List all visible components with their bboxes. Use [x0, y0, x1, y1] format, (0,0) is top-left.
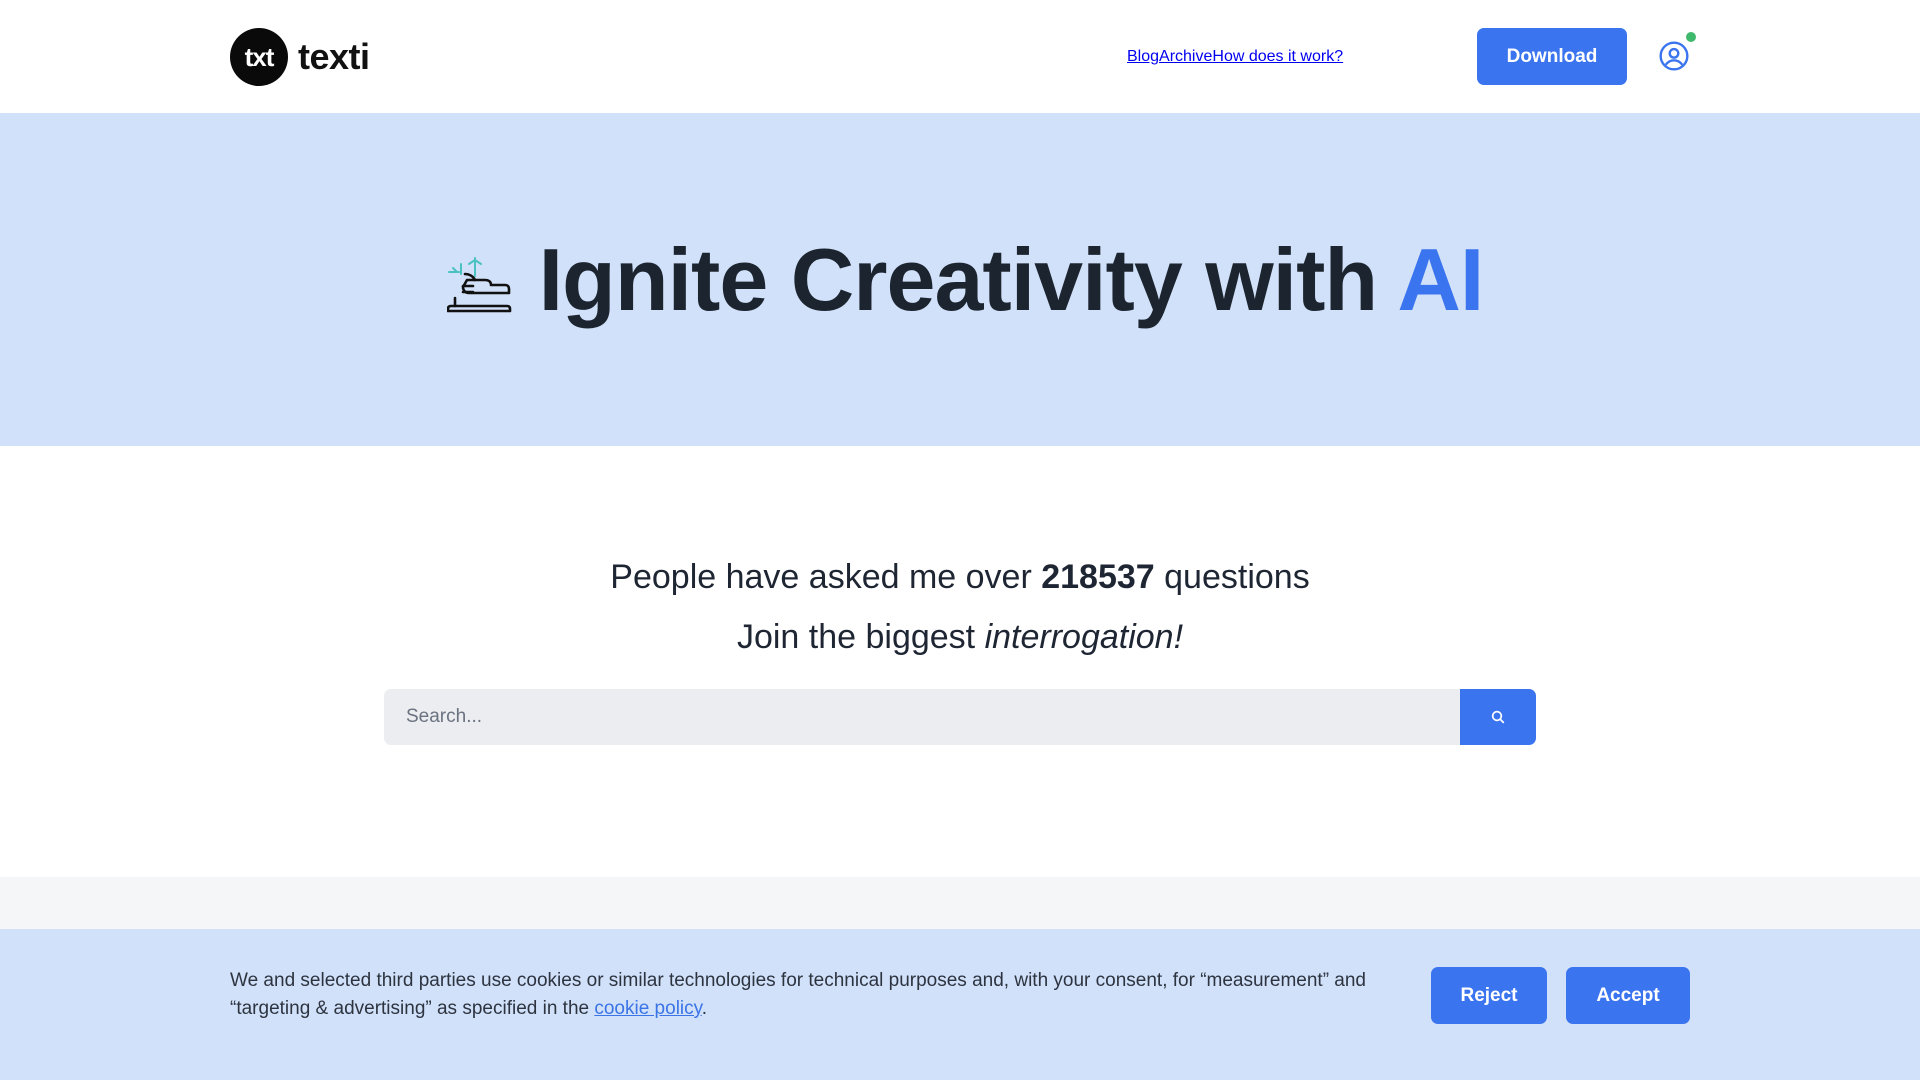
online-status-dot — [1686, 32, 1696, 42]
questions-stat: People have asked me over 218537 questio… — [0, 558, 1920, 597]
logo-badge: txt — [230, 28, 288, 86]
download-button[interactable]: Download — [1477, 28, 1627, 85]
nav-link-how-it-works[interactable]: How does it work? — [1212, 48, 1343, 66]
cookie-message: We and selected third parties use cookie… — [230, 967, 1420, 1023]
cookie-banner: We and selected third parties use cookie… — [0, 929, 1920, 1080]
cookie-policy-link[interactable]: cookie policy — [594, 998, 701, 1019]
hero-title-accent: AI — [1397, 229, 1484, 329]
nav-link-blog[interactable]: Blog — [1127, 48, 1159, 66]
search-input[interactable] — [384, 689, 1460, 745]
accept-cookies-button[interactable]: Accept — [1566, 967, 1690, 1024]
stats-prefix: People have asked me over — [610, 558, 1042, 596]
user-account-button[interactable] — [1656, 32, 1696, 74]
main-content: People have asked me over 218537 questio… — [0, 446, 1920, 877]
tagline-prefix: Join the biggest — [736, 618, 985, 656]
cookie-text-body: We and selected third parties use cookie… — [230, 970, 1367, 1019]
questions-count: 218537 — [1041, 558, 1155, 596]
hero-title-main: Ignite Creativity with — [538, 229, 1398, 329]
search-button[interactable] — [1460, 689, 1536, 745]
hero-title: Ignite Creativity with AI — [538, 229, 1485, 331]
reject-cookies-button[interactable]: Reject — [1431, 967, 1547, 1024]
main-nav: Blog Archive How does it work? — [1127, 28, 1343, 85]
search-icon — [1491, 710, 1505, 724]
cookie-text-end: . — [701, 998, 708, 1019]
user-circle-icon — [1659, 41, 1689, 71]
section-divider — [0, 877, 1920, 929]
logo[interactable]: txt texti — [230, 28, 370, 86]
tagline: Join the biggest interrogation! — [0, 618, 1920, 657]
logo-text: texti — [298, 36, 370, 77]
nav-link-archive[interactable]: Archive — [1159, 48, 1212, 66]
hero-section: Ignite Creativity with AI — [0, 113, 1920, 446]
tagline-emphasis: interrogation! — [984, 618, 1184, 656]
stats-suffix: questions — [1154, 558, 1310, 596]
site-header: txt texti Blog Archive How does it work?… — [0, 0, 1920, 113]
hand-with-spark-icon — [446, 256, 511, 312]
search-bar — [384, 689, 1536, 745]
